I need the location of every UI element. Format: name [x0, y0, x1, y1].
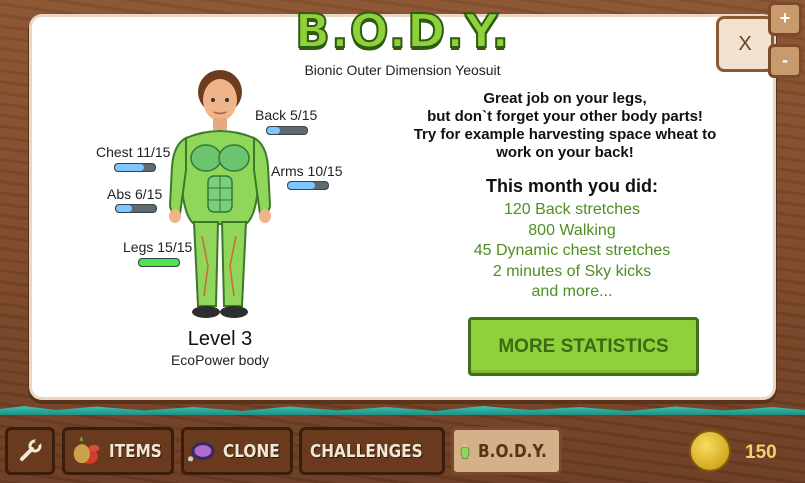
toolbar-items-label: ITEMS [108, 440, 162, 462]
coin-count: 150 [745, 442, 777, 463]
message-line: Try for example harvesting space wheat t… [413, 126, 717, 143]
toolbar-body-label: B.O.D.Y. [478, 440, 547, 462]
stat-chest-bar [114, 163, 156, 172]
toolbar-clone-label: CLONE [223, 440, 280, 462]
wrench-icon [20, 437, 43, 461]
activity-item: 120 Back stretches [503, 201, 641, 218]
activity-item: and more... [531, 283, 613, 300]
stat-legs-label: Legs 15/15 [123, 239, 193, 255]
activity-list: 120 Back stretches 800 Walking 45 Dynami… [422, 200, 722, 303]
stat-abs-bar [115, 204, 157, 213]
stat-back-label: Back 5/15 [255, 107, 318, 123]
settings-button[interactable] [5, 427, 55, 475]
body-suit-icon [460, 443, 470, 459]
stat-chest-label: Chest 11/15 [96, 144, 171, 160]
message-line: Great job on your legs, [483, 90, 647, 107]
stat-arms-bar [287, 181, 329, 190]
toolbar-challenges-button[interactable]: CHALLENGES [299, 427, 445, 475]
avatar-figure [168, 70, 272, 318]
body-logo: B.O.D.Y. [294, 3, 510, 59]
toolbar-challenges-label: CHALLENGES [310, 440, 423, 462]
zoom-out-button[interactable]: - [768, 44, 802, 78]
stat-arms-label: Arms 10/15 [271, 163, 343, 179]
stat-back-bar [266, 126, 308, 135]
toolbar-body-button[interactable]: B.O.D.Y. [451, 427, 562, 475]
activity-item: 800 Walking [528, 221, 616, 239]
level-text: Level 3 [187, 328, 253, 350]
activity-item: 2 minutes of Sky kicks [492, 262, 652, 280]
body-type-text: EcoPower body [170, 352, 270, 368]
activity-item: 45 Dynamic chest stretches [473, 242, 671, 259]
stat-legs-bar [138, 258, 180, 267]
toolbar-divider [0, 406, 805, 415]
vegetables-icon [73, 436, 100, 464]
toolbar-clone-button[interactable]: CLONE [181, 427, 293, 475]
more-statistics-button[interactable]: MORE STATISTICS [468, 317, 699, 376]
month-heading: This month you did: [486, 176, 658, 196]
message-line: but don`t forget your other body parts! [427, 108, 703, 125]
coin-icon [689, 430, 731, 472]
close-button[interactable]: X [716, 16, 774, 72]
toolbar-items-button[interactable]: ITEMS [62, 427, 174, 475]
stat-abs-label: Abs 6/15 [107, 186, 163, 202]
panel-subtitle: Bionic Outer Dimension Yeosuit [304, 62, 501, 78]
clone-icon [187, 441, 215, 462]
encouragement-message: Great job on your legs, but don`t forget… [395, 90, 735, 162]
message-line: work on your back! [496, 144, 634, 161]
zoom-in-button[interactable]: + [768, 2, 802, 36]
